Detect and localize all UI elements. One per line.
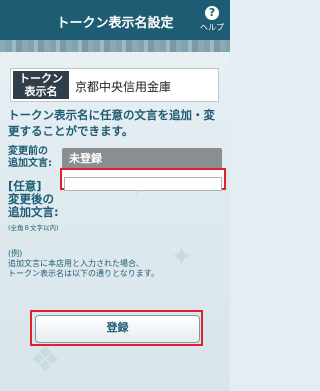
after-length-note: (全角８文字以内) — [8, 224, 59, 232]
example-line1: 追加文言に本店用と入力された場合、 — [8, 259, 144, 268]
example-heading: (例) — [8, 249, 23, 258]
token-display-name-box: トークン 表示名 京都中央信用金庫 — [10, 68, 219, 102]
description-text: トークン表示名に任意の文言を追加・変更することができます。 — [8, 108, 215, 138]
additional-text-input[interactable] — [64, 176, 222, 191]
help-button[interactable]: ? ヘルプ — [198, 6, 226, 33]
token-badge-line2: 表示名 — [24, 85, 58, 98]
app-header: トークン表示名設定 ? ヘルプ — [0, 0, 230, 40]
header-decoration-strip — [0, 40, 230, 52]
token-badge-line1: トークン — [19, 72, 63, 85]
example-text: (例) 追加文言に本店用と入力された場合、 トークン表示名は以下の通りとなります… — [8, 249, 224, 279]
token-display-name: 京都中央信用金庫 — [75, 80, 172, 94]
token-badge: トークン 表示名 — [13, 71, 69, 99]
register-button[interactable]: 登録 — [35, 315, 200, 343]
help-label: ヘルプ — [200, 23, 224, 32]
background-decoration: ❖ — [30, 340, 61, 380]
before-label-line1: 変更前の — [8, 146, 48, 157]
page-title: トークン表示名設定 — [56, 16, 174, 31]
example-line2: トークン表示名は以下の通りとなります。 — [8, 269, 159, 278]
register-button-highlight: 登録 — [30, 310, 203, 346]
after-input-highlight — [60, 168, 226, 191]
before-label: 変更前の 追加文言: — [8, 146, 52, 170]
help-icon: ? — [205, 6, 219, 20]
before-label-line2: 追加文言: — [8, 158, 52, 169]
before-value: 未登録 — [62, 148, 222, 170]
after-label: [任意] 変更後の 追加文言: — [8, 180, 59, 219]
after-label-line3: 追加文言: — [8, 205, 59, 219]
